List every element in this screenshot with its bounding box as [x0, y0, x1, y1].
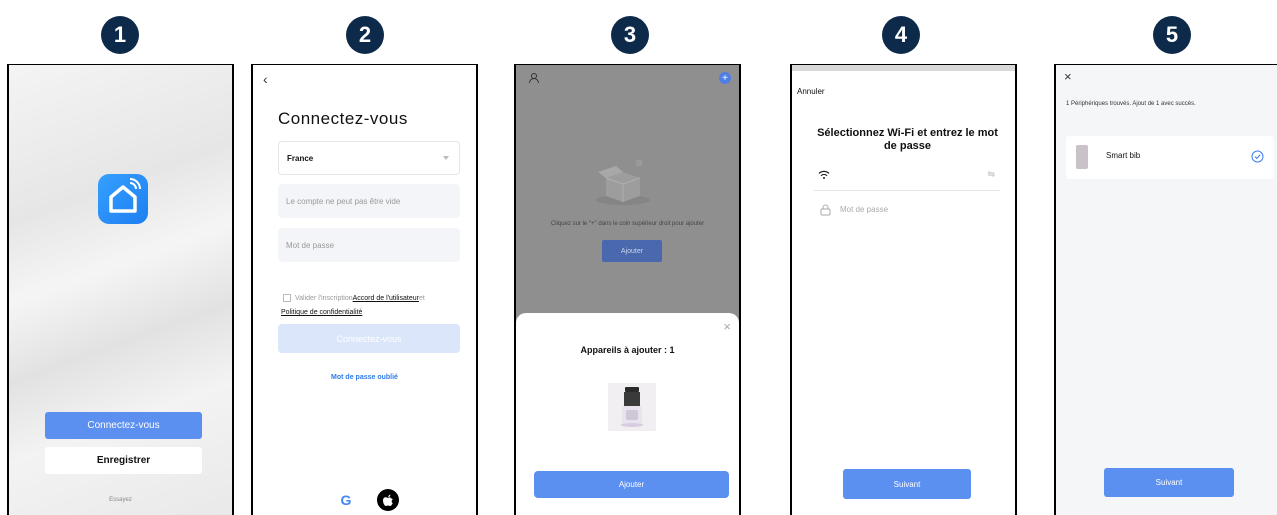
wifi-password-input[interactable]: Mot de passe: [840, 205, 888, 214]
country-select[interactable]: France: [278, 141, 460, 175]
screen-wifi-setup: Annuler Sélectionnez Wi-Fi et entrez le …: [790, 64, 1017, 515]
step-badge-2: 2: [346, 16, 384, 54]
home-icon: [98, 174, 148, 224]
apple-icon[interactable]: [377, 489, 399, 511]
step-badge-5: 5: [1153, 16, 1191, 54]
background-add-button[interactable]: Ajouter: [602, 240, 662, 262]
add-device-button[interactable]: Ajouter: [534, 471, 729, 498]
lock-icon: [820, 203, 831, 221]
screen-device-added: × 1 Périphériques trouvés. Ajout de 1 av…: [1054, 64, 1277, 515]
forgot-password-link[interactable]: Mot de passe oublié: [253, 374, 476, 381]
chevron-down-icon: [443, 156, 449, 160]
divider: [814, 190, 1000, 191]
try-link[interactable]: Essayez: [9, 497, 232, 503]
page-title: Connectez-vous: [278, 109, 408, 128]
empty-hint: Cliquez sur le "+" dans le coin supérieu…: [550, 221, 705, 227]
agree-checkbox[interactable]: [283, 294, 291, 303]
next-button[interactable]: Suivant: [1104, 468, 1234, 497]
screen-welcome: Connectez-vous Enregistrer Essayez: [7, 64, 234, 515]
add-plus-icon[interactable]: +: [719, 72, 731, 84]
device-image: [608, 383, 656, 431]
close-icon[interactable]: ×: [1064, 69, 1072, 84]
sheet-title: Appareils à ajouter : 1: [580, 345, 675, 355]
password-input[interactable]: Mot de passe: [278, 228, 460, 262]
device-card[interactable]: Smart bib: [1066, 136, 1274, 179]
country-value: France: [287, 153, 314, 163]
account-input[interactable]: Le compte ne peut pas être vide: [278, 184, 460, 218]
device-name: Smart bib: [1106, 151, 1141, 160]
empty-box-icon: [594, 158, 652, 206]
step-badge-3: 3: [611, 16, 649, 54]
user-icon[interactable]: [528, 71, 540, 89]
wifi-icon: [818, 167, 830, 185]
screen-home-add-device: + Cliquez sur le "+" dans le coin supéri…: [514, 64, 741, 515]
found-status-text: 1 Périphériques trouvés. Ajout de 1 avec…: [1066, 101, 1196, 107]
switch-network-icon[interactable]: ⇋: [987, 169, 995, 180]
page-title: Sélectionnez Wi-Fi et entrez le mot de p…: [817, 127, 998, 152]
step-badge-1: 1: [101, 16, 139, 54]
login-button[interactable]: Connectez-vous: [45, 412, 202, 439]
google-icon[interactable]: G: [335, 489, 357, 511]
agree-and: et: [418, 295, 425, 302]
privacy-policy-link[interactable]: Politique de confidentialité: [281, 306, 362, 320]
next-button[interactable]: Suivant: [843, 469, 971, 499]
step-badge-4: 4: [882, 16, 920, 54]
user-agreement-link[interactable]: Accord de l'utilisateur: [353, 295, 419, 302]
devices-found-sheet: × Appareils à ajouter : 1 Ajouter: [516, 313, 739, 515]
register-button[interactable]: Enregistrer: [45, 447, 202, 474]
device-thumbnail: [1076, 145, 1088, 169]
screen-login: ‹ Connectez-vous France Le compte ne peu…: [251, 64, 478, 515]
agree-text: Valider l'inscription: [295, 295, 353, 302]
back-chevron-icon[interactable]: ‹: [263, 71, 268, 87]
cancel-button[interactable]: Annuler: [797, 87, 825, 96]
submit-login-button[interactable]: Connectez-vous: [278, 324, 460, 353]
agreement-row: Valider l'inscriptionAccord de l'utilisa…: [281, 292, 463, 316]
check-circle-icon: [1251, 150, 1264, 168]
status-bar: [792, 65, 1015, 71]
close-icon[interactable]: ×: [723, 319, 731, 334]
